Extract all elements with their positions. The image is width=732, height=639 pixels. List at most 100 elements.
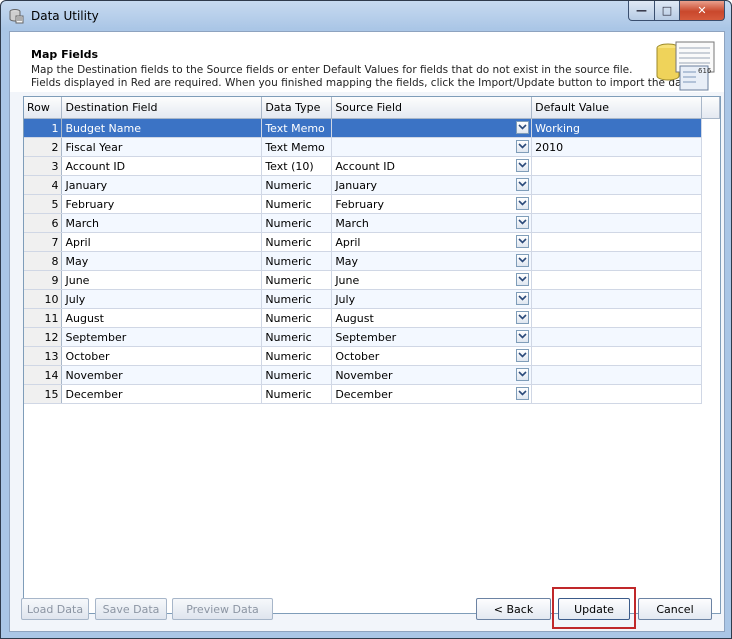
default-value-cell[interactable]	[531, 232, 702, 252]
column-header-destination-field[interactable]: Destination Field	[61, 97, 263, 119]
default-value-cell[interactable]	[531, 213, 702, 233]
table-row[interactable]: 13 October Numeric October	[24, 346, 720, 366]
source-field-cell[interactable]	[331, 118, 533, 138]
column-header-default-value[interactable]: Default Value	[531, 97, 702, 119]
default-value-cell[interactable]	[531, 194, 702, 214]
table-row[interactable]: 12 September Numeric September	[24, 327, 720, 347]
row-number-cell: 7	[24, 232, 63, 252]
destination-field-cell-text: Fiscal Year	[65, 140, 123, 154]
grid-header-row: Row Destination Field Data Type Source F…	[24, 97, 721, 119]
data-type-cell-text: Numeric	[265, 311, 312, 325]
source-field-dropdown-button[interactable]	[516, 311, 530, 324]
column-header-row[interactable]: Row	[24, 97, 63, 119]
row-spacer-cell	[701, 175, 720, 195]
back-button[interactable]: < Back	[476, 598, 551, 620]
source-field-cell[interactable]: June	[331, 270, 533, 290]
load-data-button[interactable]: Load Data	[21, 598, 89, 620]
source-field-cell-text: August	[335, 311, 374, 325]
data-type-cell-text: Numeric	[265, 178, 312, 192]
source-field-dropdown-button[interactable]	[516, 368, 530, 381]
destination-field-cell: Account ID	[61, 156, 263, 176]
chevron-down-icon	[518, 257, 527, 263]
maximize-button[interactable]: □	[655, 1, 680, 21]
source-field-dropdown-button[interactable]	[516, 140, 530, 153]
column-header-data-type[interactable]: Data Type	[261, 97, 333, 119]
default-value-cell[interactable]: Working	[531, 118, 702, 138]
title-bar[interactable]: Data Utility — □ ✕	[1, 1, 731, 31]
data-type-cell-text: Numeric	[265, 254, 312, 268]
source-field-cell[interactable]: May	[331, 251, 533, 271]
preview-data-button[interactable]: Preview Data	[172, 598, 273, 620]
table-row[interactable]: 15 December Numeric December	[24, 384, 720, 404]
table-row[interactable]: 8 May Numeric May	[24, 251, 720, 271]
default-value-cell[interactable]	[531, 289, 702, 309]
column-header-source-field[interactable]: Source Field	[331, 97, 533, 119]
row-number-cell-text: 7	[51, 235, 59, 249]
table-row[interactable]: 6 March Numeric March	[24, 213, 720, 233]
source-field-cell[interactable]: April	[331, 232, 533, 252]
default-value-cell[interactable]	[531, 156, 702, 176]
table-row[interactable]: 7 April Numeric April	[24, 232, 720, 252]
source-field-cell-text: September	[335, 330, 397, 344]
source-field-cell[interactable]: August	[331, 308, 533, 328]
source-field-dropdown-button[interactable]	[516, 178, 530, 191]
data-type-cell: Numeric	[261, 232, 333, 252]
source-field-dropdown-button[interactable]	[516, 349, 530, 362]
source-field-dropdown-button[interactable]	[516, 216, 530, 229]
default-value-cell[interactable]	[531, 270, 702, 290]
table-row[interactable]: 1 Budget Name Text Memo Working	[24, 118, 720, 138]
source-field-dropdown-button[interactable]	[516, 254, 530, 267]
data-utility-window: Data Utility — □ ✕ Map Fields Map the De…	[0, 0, 732, 639]
source-field-cell-text: February	[335, 197, 385, 211]
default-value-cell[interactable]	[531, 327, 702, 347]
source-field-cell[interactable]: November	[331, 365, 533, 385]
table-row[interactable]: 9 June Numeric June	[24, 270, 720, 290]
source-field-cell[interactable]: October	[331, 346, 533, 366]
source-field-cell[interactable]	[331, 137, 533, 157]
close-button[interactable]: ✕	[680, 1, 725, 21]
default-value-cell[interactable]	[531, 365, 702, 385]
source-field-dropdown-button[interactable]	[516, 330, 530, 343]
table-row[interactable]: 5 February Numeric February	[24, 194, 720, 214]
table-row[interactable]: 11 August Numeric August	[24, 308, 720, 328]
row-number-cell: 12	[24, 327, 63, 347]
source-field-cell[interactable]: March	[331, 213, 533, 233]
source-field-cell[interactable]: February	[331, 194, 533, 214]
minimize-button[interactable]: —	[628, 1, 655, 21]
table-row[interactable]: 2 Fiscal Year Text Memo 2010	[24, 137, 720, 157]
source-field-dropdown-button[interactable]	[516, 273, 530, 286]
source-field-dropdown-button[interactable]	[516, 159, 530, 172]
source-field-dropdown-button[interactable]	[516, 121, 530, 134]
cancel-button[interactable]: Cancel	[638, 598, 712, 620]
default-value-cell[interactable]: 2010	[531, 137, 702, 157]
save-data-button[interactable]: Save Data	[95, 598, 167, 620]
table-row[interactable]: 14 November Numeric November	[24, 365, 720, 385]
default-value-cell[interactable]	[531, 384, 702, 404]
source-field-dropdown-button[interactable]	[516, 292, 530, 305]
field-mapping-grid[interactable]: Row Destination Field Data Type Source F…	[23, 96, 721, 614]
update-button[interactable]: Update	[558, 598, 630, 620]
source-field-cell[interactable]: December	[331, 384, 533, 404]
default-value-cell[interactable]	[531, 251, 702, 271]
source-field-cell[interactable]: July	[331, 289, 533, 309]
table-row[interactable]: 3 Account ID Text (10) Account ID	[24, 156, 720, 176]
source-field-cell[interactable]: January	[331, 175, 533, 195]
default-value-cell[interactable]	[531, 175, 702, 195]
chevron-down-icon	[518, 333, 527, 339]
data-type-cell-text: Text Memo	[265, 121, 325, 135]
data-type-cell: Numeric	[261, 251, 333, 271]
row-number-cell: 3	[24, 156, 63, 176]
instructions-line-1: Map the Destination fields to the Source…	[31, 64, 633, 76]
source-field-dropdown-button[interactable]	[516, 197, 530, 210]
source-field-cell-text: March	[335, 216, 369, 230]
source-field-dropdown-button[interactable]	[516, 387, 530, 400]
table-row[interactable]: 4 January Numeric January	[24, 175, 720, 195]
source-field-cell[interactable]: Account ID	[331, 156, 533, 176]
table-row[interactable]: 10 July Numeric July	[24, 289, 720, 309]
default-value-cell[interactable]	[531, 308, 702, 328]
default-value-cell[interactable]	[531, 346, 702, 366]
row-number-cell-text: 15	[44, 387, 59, 401]
source-field-dropdown-button[interactable]	[516, 235, 530, 248]
chevron-down-icon	[518, 352, 527, 358]
source-field-cell[interactable]: September	[331, 327, 533, 347]
